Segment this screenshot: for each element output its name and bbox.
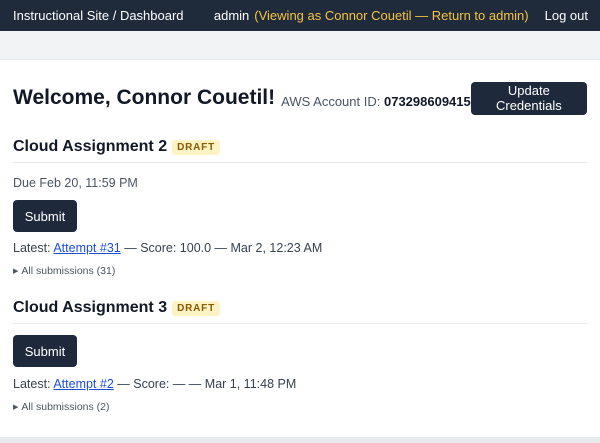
site-breadcrumb[interactable]: Instructional Site / Dashboard [13, 8, 214, 23]
latest-attempt-link[interactable]: Attempt #31 [53, 241, 120, 255]
top-nav-bar: Instructional Site / Dashboard admin (Vi… [0, 0, 600, 31]
dashboard-card: Welcome, Connor Couetil! AWS Account ID:… [0, 59, 600, 437]
assignment-header: Cloud Assignment 3 DRAFT [13, 299, 587, 324]
submit-button[interactable]: Submit [13, 335, 77, 367]
page-bottom-edge [0, 437, 600, 443]
aws-account-label: AWS Account ID: [281, 93, 381, 109]
return-to-admin-link[interactable]: (Viewing as Connor Couetil — Return to a… [254, 8, 528, 23]
submit-button[interactable]: Submit [13, 200, 77, 232]
assignment-title: Cloud Assignment 3 [13, 299, 168, 316]
update-credentials-button[interactable]: Update Credentials [470, 81, 587, 115]
aws-account-info: AWS Account ID: 073298609415 [281, 94, 471, 109]
all-submissions-toggle[interactable]: ▶ All submissions (31) [13, 265, 587, 277]
latest-label: Latest: [13, 377, 51, 391]
latest-submission: Latest: Attempt #2 — Score: — — Mar 1, 1… [13, 377, 587, 391]
latest-submission: Latest: Attempt #31 — Score: 100.0 — Mar… [13, 241, 587, 255]
all-submissions-label: All submissions (2) [21, 401, 110, 413]
draft-badge: DRAFT [172, 300, 220, 316]
assignment-title: Cloud Assignment 2 [13, 138, 168, 155]
disclosure-triangle-icon: ▶ [13, 404, 19, 411]
latest-attempt-link[interactable]: Attempt #2 [53, 377, 113, 391]
latest-details: — Score: 100.0 — Mar 2, 12:23 AM [124, 241, 323, 255]
draft-badge: DRAFT [172, 139, 220, 155]
all-submissions-label: All submissions (31) [21, 265, 116, 277]
all-submissions-toggle[interactable]: ▶ All submissions (2) [13, 401, 587, 413]
due-date: Due Feb 20, 11:59 PM [13, 176, 138, 190]
latest-label: Latest: [13, 241, 51, 255]
assignment-header: Cloud Assignment 2 DRAFT [13, 138, 587, 163]
disclosure-triangle-icon: ▶ [13, 268, 19, 275]
latest-details: — Score: — — Mar 1, 11:48 PM [117, 377, 297, 391]
admin-user-label: admin [213, 8, 250, 23]
assignment-section: Cloud Assignment 3 DRAFT Submit Latest: … [13, 299, 587, 413]
page-title: Welcome, Connor Couetil! [13, 86, 276, 109]
aws-account-id: 073298609415 [383, 93, 471, 109]
assignment-section: Cloud Assignment 2 DRAFT Due Feb 20, 11:… [13, 138, 587, 277]
logout-link[interactable]: Log out [545, 8, 588, 23]
dashboard-header: Welcome, Connor Couetil! AWS Account ID:… [13, 80, 587, 116]
